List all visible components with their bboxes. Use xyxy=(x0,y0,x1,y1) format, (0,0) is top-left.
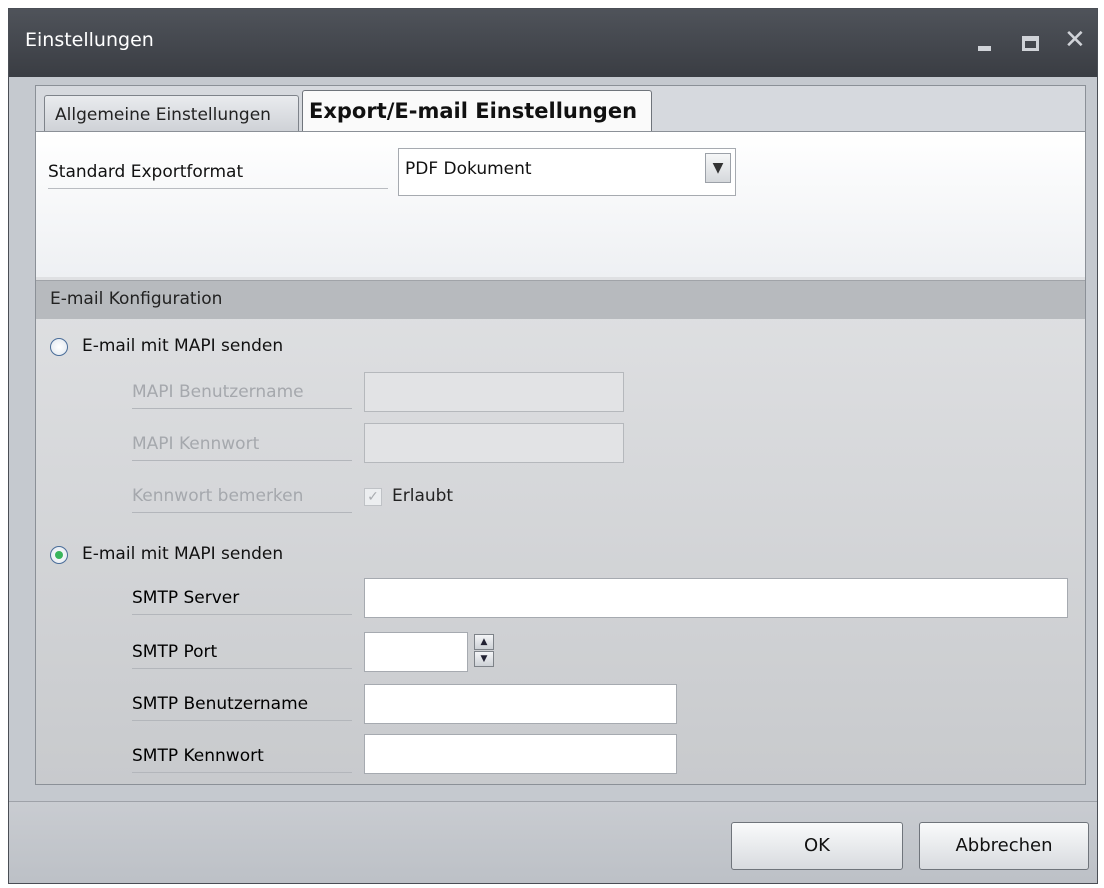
mapi-username-label: MAPI Benutzername xyxy=(132,382,352,409)
spin-up-icon[interactable]: ▲ xyxy=(474,634,494,650)
smtp-radio-label[interactable]: E-mail mit MAPI senden xyxy=(82,544,283,564)
mapi-password-label: MAPI Kennwort xyxy=(132,434,352,461)
settings-window: Einstellungen ✕ Allgemeine Einstellungen… xyxy=(8,8,1098,884)
export-format-dropdown[interactable]: PDF Dokument ▼ xyxy=(398,148,736,196)
smtp-password-field[interactable] xyxy=(364,734,677,774)
export-format-label: Standard Exportformat xyxy=(48,162,388,189)
smtp-port-field[interactable] xyxy=(364,632,468,672)
smtp-port-stepper[interactable]: ▲ ▼ xyxy=(474,634,496,670)
smtp-username-label: SMTP Benutzername xyxy=(132,694,352,721)
tab-strip: Allgemeine Einstellungen Export/E-mail E… xyxy=(35,85,1086,131)
ok-button[interactable]: OK xyxy=(731,822,903,870)
mapi-radio[interactable] xyxy=(50,338,68,356)
smtp-server-label: SMTP Server xyxy=(132,588,352,615)
tab-export-email-settings[interactable]: Export/E-mail Einstellungen xyxy=(302,90,652,131)
mapi-username-field[interactable] xyxy=(364,372,624,412)
dialog-footer: OK Abbrechen xyxy=(9,801,1097,883)
export-format-value: PDF Dokument xyxy=(405,159,532,179)
smtp-radio[interactable] xyxy=(50,546,68,564)
export-section: Standard Exportformat PDF Dokument ▼ xyxy=(36,132,1085,277)
mapi-radio-label[interactable]: E-mail mit MAPI senden xyxy=(82,336,283,356)
settings-panel: Standard Exportformat PDF Dokument ▼ E-m… xyxy=(35,131,1086,785)
close-icon[interactable]: ✕ xyxy=(1064,27,1086,53)
cancel-button[interactable]: Abbrechen xyxy=(919,822,1089,870)
smtp-server-field[interactable] xyxy=(364,578,1068,618)
maximize-icon[interactable] xyxy=(1019,31,1041,53)
smtp-password-label: SMTP Kennwort xyxy=(132,746,352,773)
title-bar[interactable]: Einstellungen ✕ xyxy=(9,9,1097,77)
minimize-icon[interactable] xyxy=(974,31,996,53)
tab-general-settings[interactable]: Allgemeine Einstellungen xyxy=(44,95,299,131)
smtp-username-field[interactable] xyxy=(364,684,677,724)
remember-password-option: Erlaubt xyxy=(392,486,454,506)
mapi-password-field[interactable] xyxy=(364,423,624,463)
email-config-title: E-mail Konfiguration xyxy=(50,289,223,309)
window-title: Einstellungen xyxy=(25,29,154,51)
remember-password-label: Kennwort bemerken xyxy=(132,486,352,513)
chevron-down-icon[interactable]: ▼ xyxy=(705,153,731,183)
spin-down-icon[interactable]: ▼ xyxy=(474,651,494,667)
remember-password-checkbox[interactable]: ✓ xyxy=(364,488,382,506)
email-config-header: E-mail Konfiguration xyxy=(36,280,1085,319)
smtp-port-label: SMTP Port xyxy=(132,642,352,669)
